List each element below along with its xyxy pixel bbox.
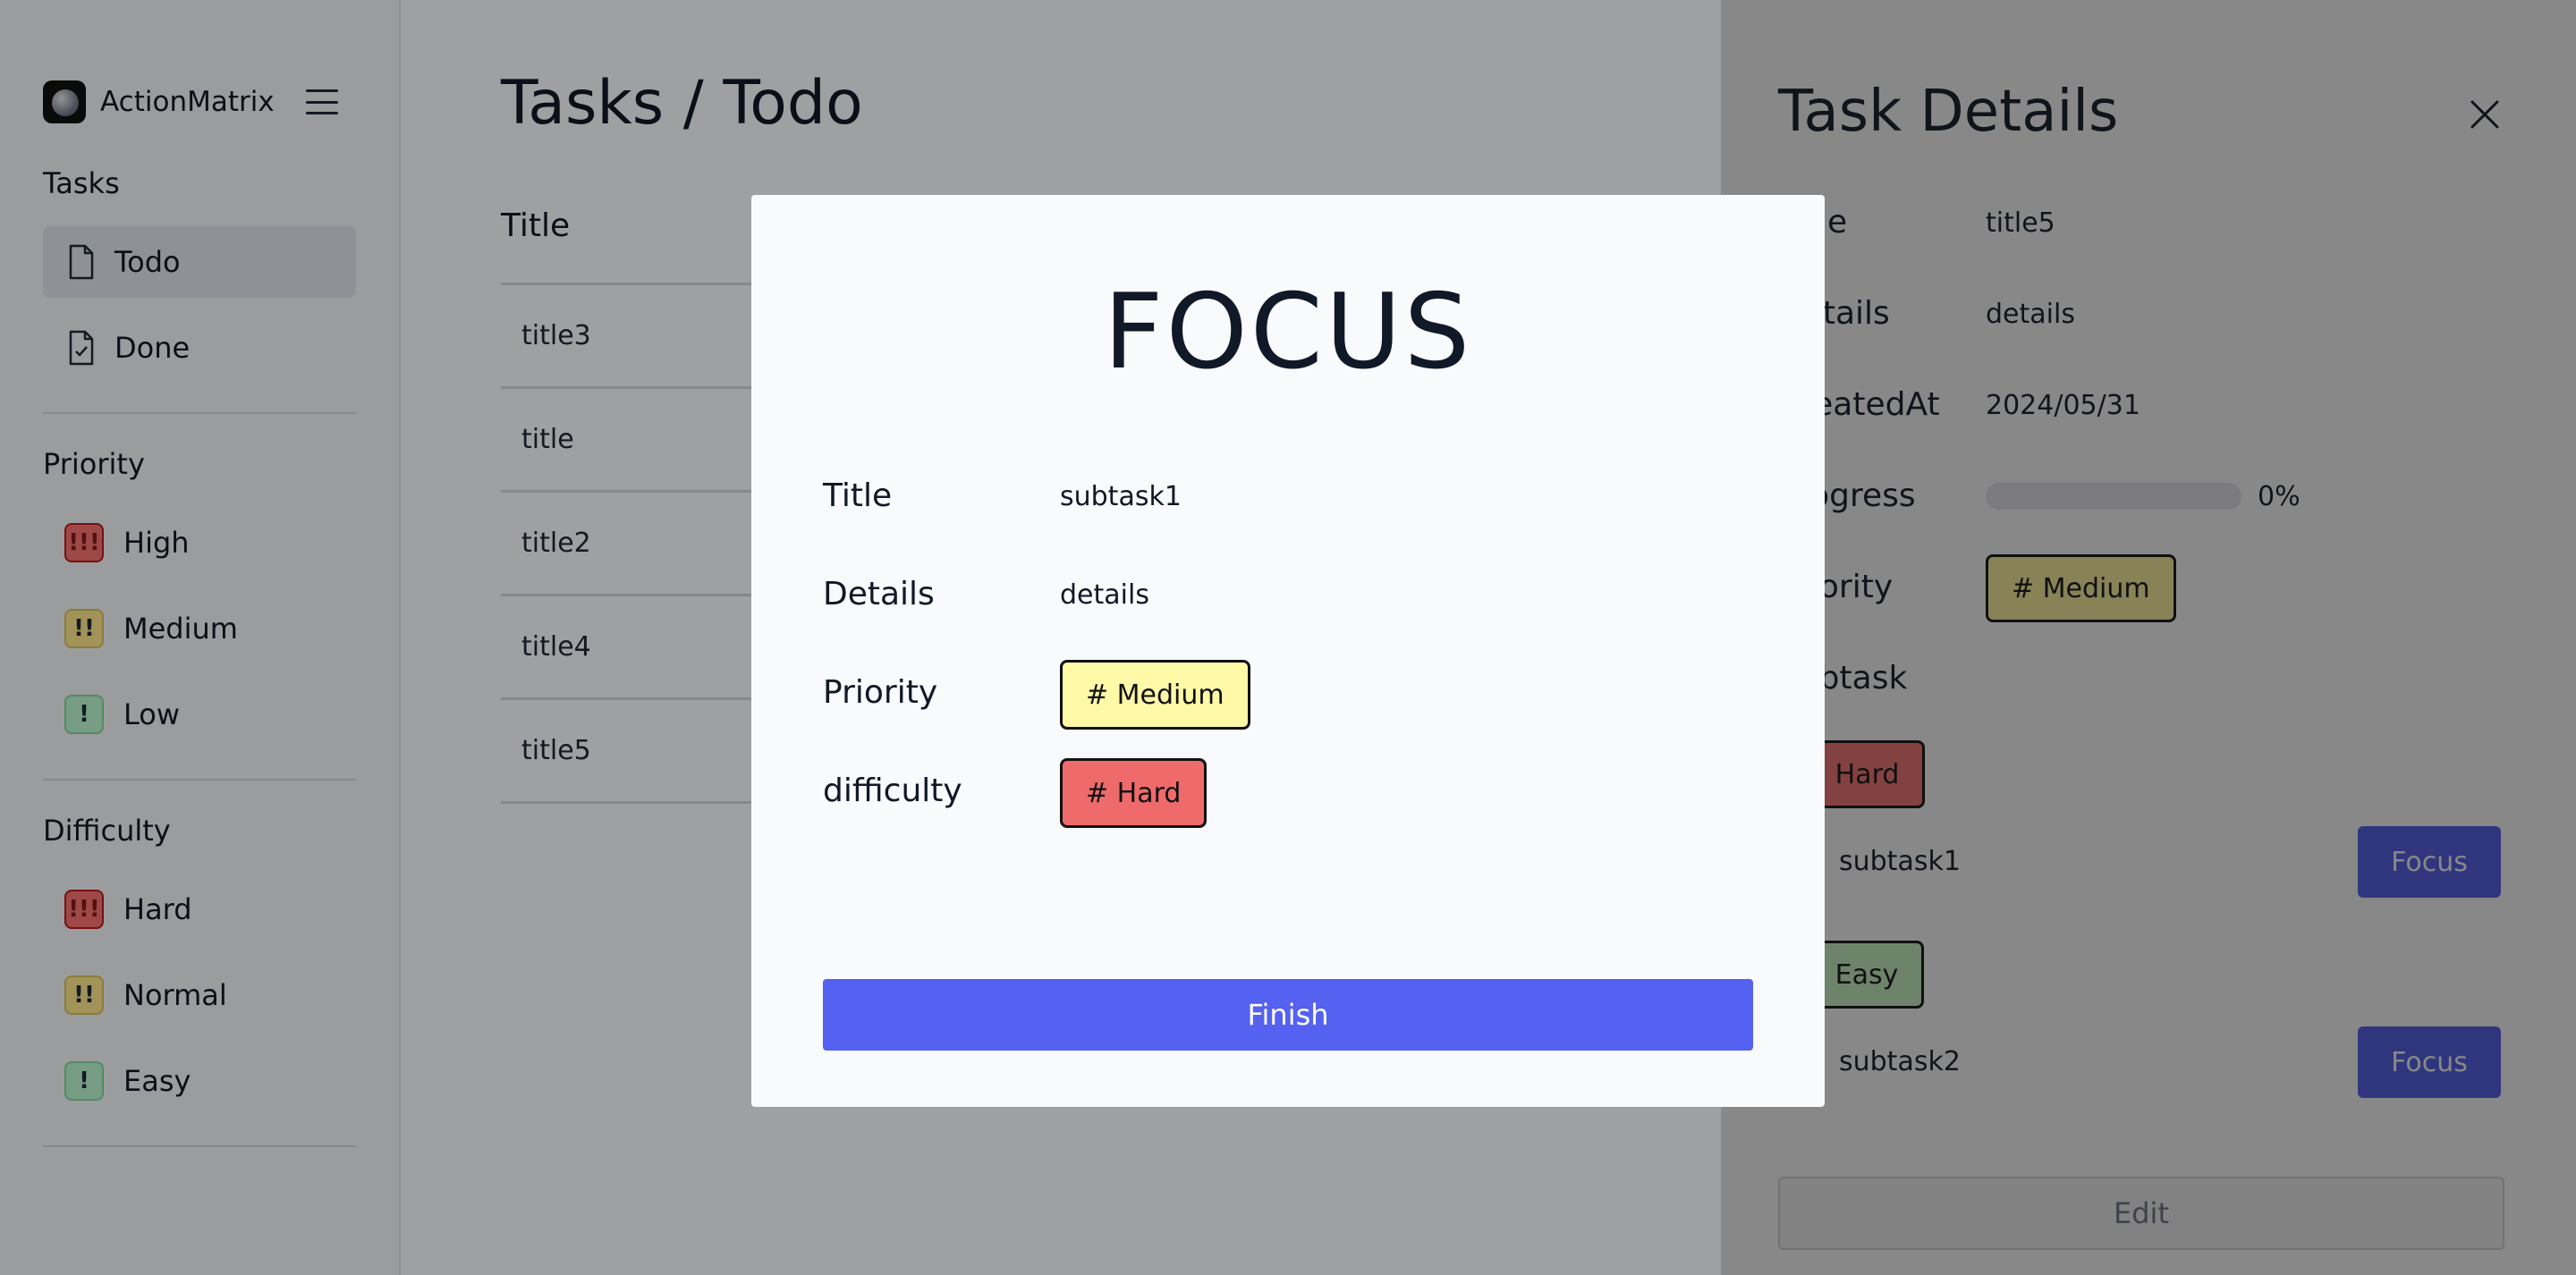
finish-button[interactable]: Finish <box>823 979 1753 1051</box>
modal-label-difficulty: difficulty <box>823 773 962 809</box>
modal-priority-tag: # Medium <box>1060 660 1250 730</box>
modal-value-details: details <box>1060 579 1149 611</box>
modal-value-title: subtask1 <box>1060 481 1182 512</box>
modal-difficulty-tag: # Hard <box>1060 758 1208 828</box>
panel-dim <box>1721 0 2576 1275</box>
modal-label-priority: Priority <box>823 674 938 711</box>
modal-label-title: Title <box>823 477 893 514</box>
focus-modal: FOCUS Title subtask1 Details details Pri… <box>751 195 1825 1107</box>
modal-title: FOCUS <box>1103 272 1473 393</box>
modal-label-details: Details <box>823 576 935 612</box>
